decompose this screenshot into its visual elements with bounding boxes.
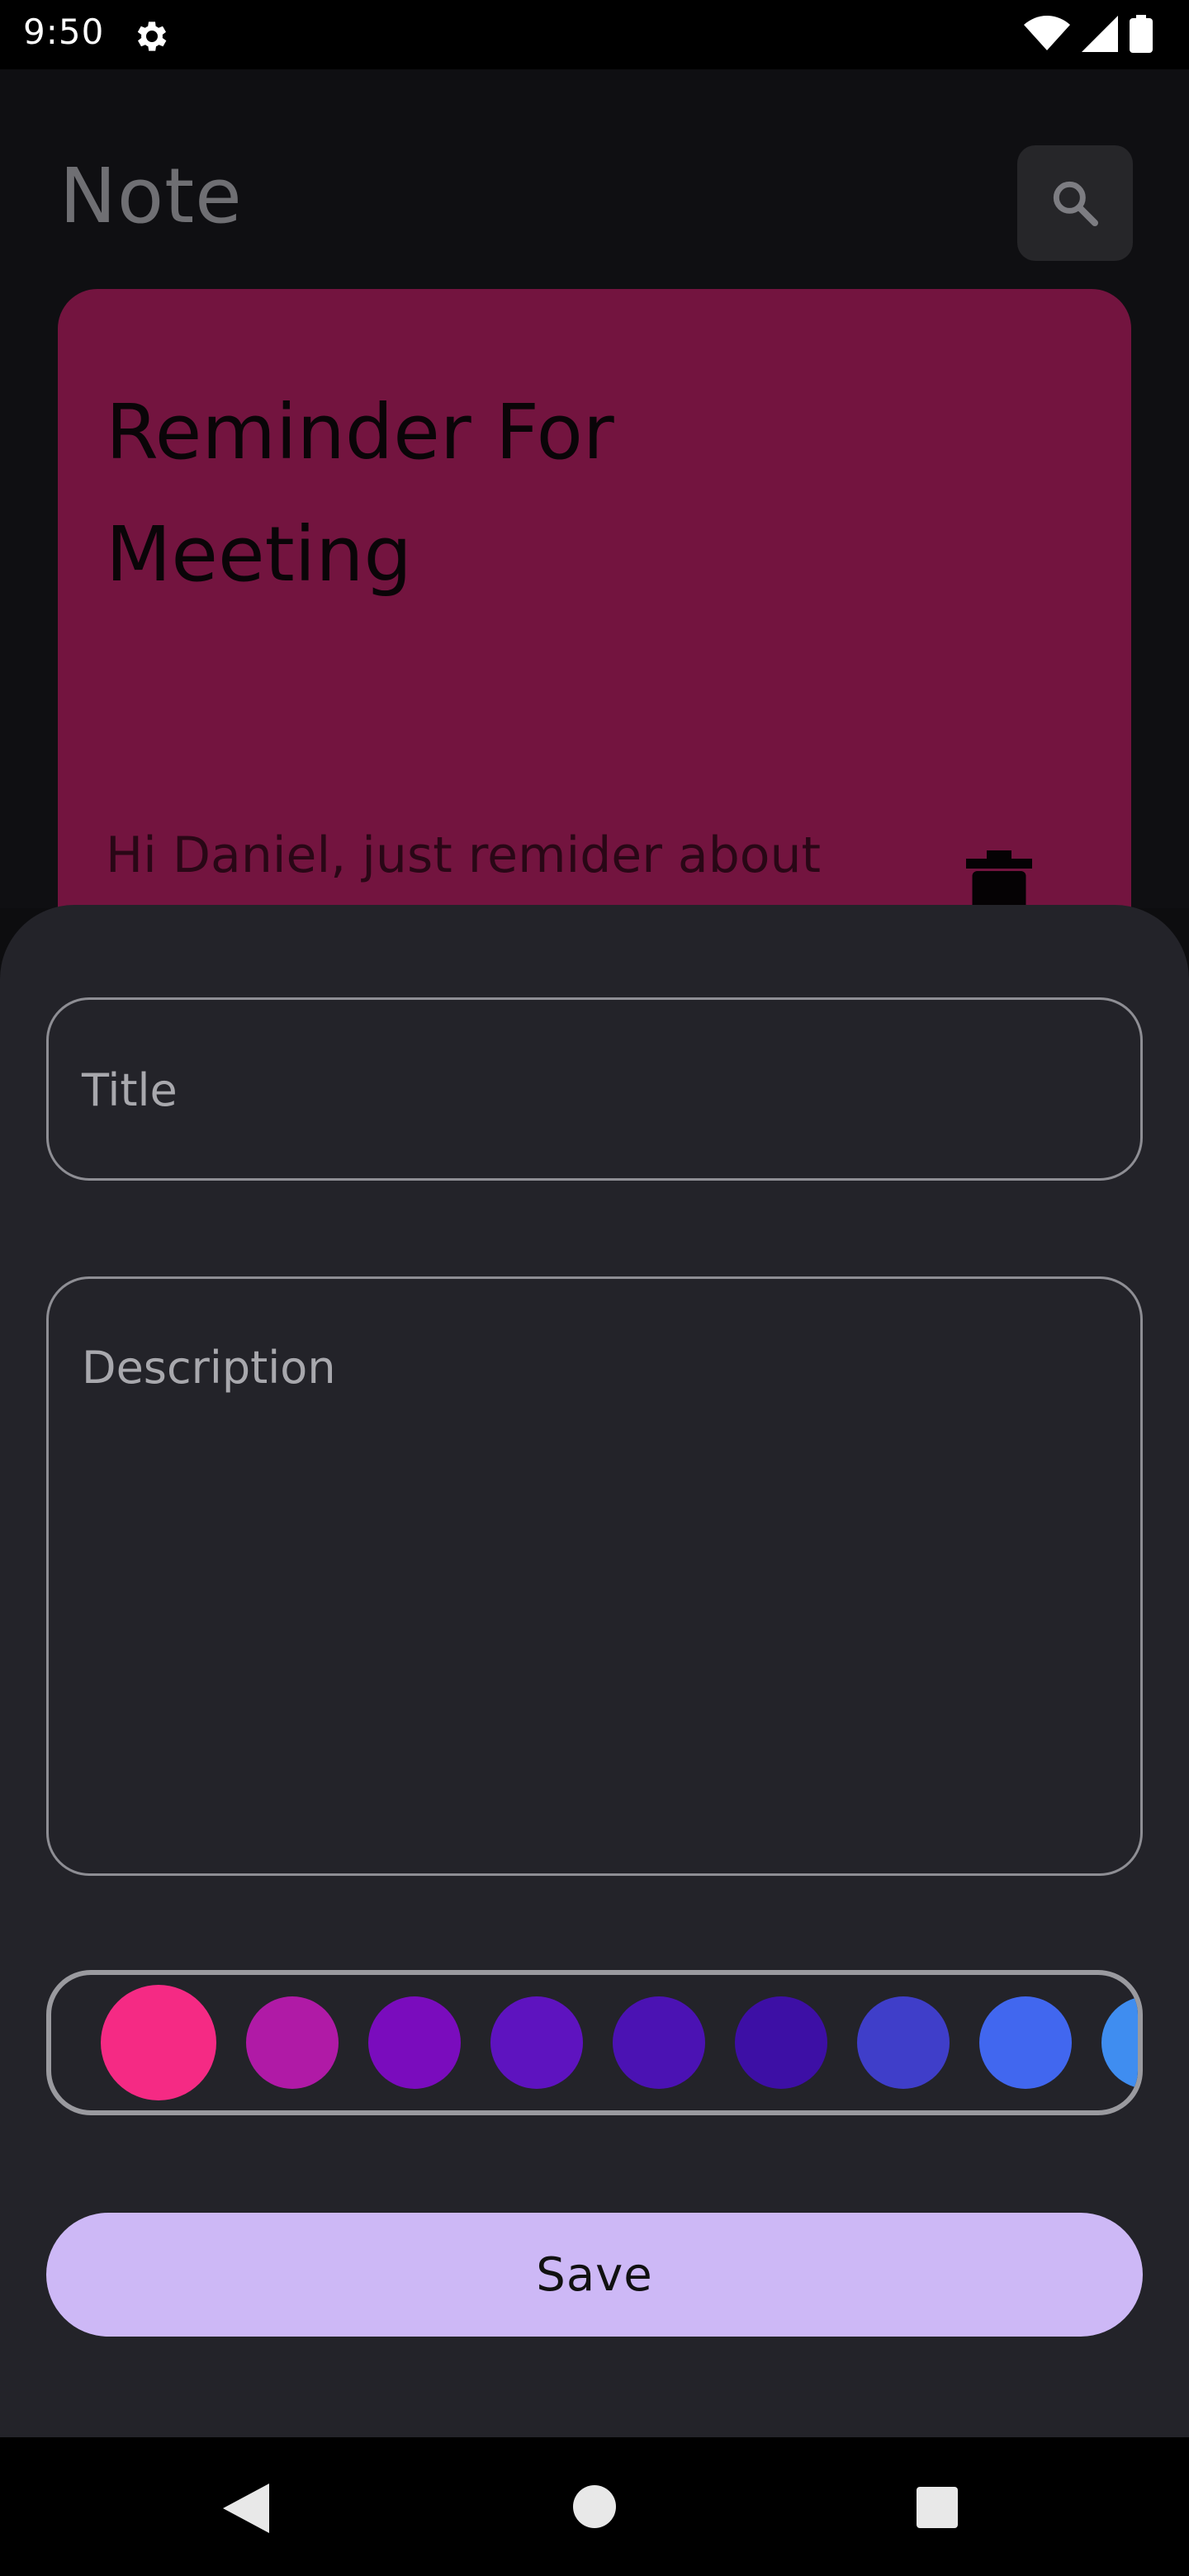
description-placeholder: Description bbox=[82, 1342, 336, 1394]
back-icon[interactable] bbox=[223, 2484, 269, 2533]
notes-screen: Note Reminder For Meeting Hi Daniel, jus… bbox=[0, 69, 1189, 1032]
title-placeholder: Title bbox=[82, 1064, 178, 1116]
system-nav-bar bbox=[0, 2437, 1189, 2576]
color-picker[interactable] bbox=[46, 1970, 1143, 2115]
save-button[interactable]: Save bbox=[46, 2213, 1143, 2337]
save-button-label: Save bbox=[536, 2247, 653, 2302]
search-button[interactable] bbox=[1017, 145, 1133, 261]
status-bar: 9:50 bbox=[0, 0, 1189, 69]
status-time: 9:50 bbox=[23, 12, 105, 52]
color-swatch[interactable] bbox=[613, 1996, 705, 2089]
color-swatch[interactable] bbox=[1101, 1996, 1138, 2089]
color-swatch[interactable] bbox=[857, 1996, 950, 2089]
description-field[interactable]: Description bbox=[46, 1276, 1143, 1876]
add-note-sheet: Title Description Save bbox=[0, 905, 1189, 2437]
color-swatch[interactable] bbox=[735, 1996, 827, 2089]
color-swatch[interactable] bbox=[246, 1996, 339, 2089]
title-field[interactable]: Title bbox=[46, 997, 1143, 1181]
status-icons bbox=[1024, 15, 1153, 53]
home-icon[interactable] bbox=[573, 2485, 616, 2528]
cell-signal-icon bbox=[1082, 16, 1118, 52]
wifi-icon bbox=[1024, 16, 1070, 50]
color-swatch[interactable] bbox=[368, 1996, 461, 2089]
settings-gear-icon bbox=[137, 21, 167, 51]
recents-icon[interactable] bbox=[917, 2487, 958, 2528]
battery-icon bbox=[1130, 15, 1153, 53]
color-swatch[interactable] bbox=[979, 1996, 1072, 2089]
note-title: Reminder For Meeting bbox=[106, 388, 614, 599]
color-swatch[interactable] bbox=[101, 1985, 216, 2100]
page-title: Note bbox=[59, 152, 243, 240]
search-icon bbox=[1053, 181, 1098, 226]
color-swatch[interactable] bbox=[490, 1996, 583, 2089]
